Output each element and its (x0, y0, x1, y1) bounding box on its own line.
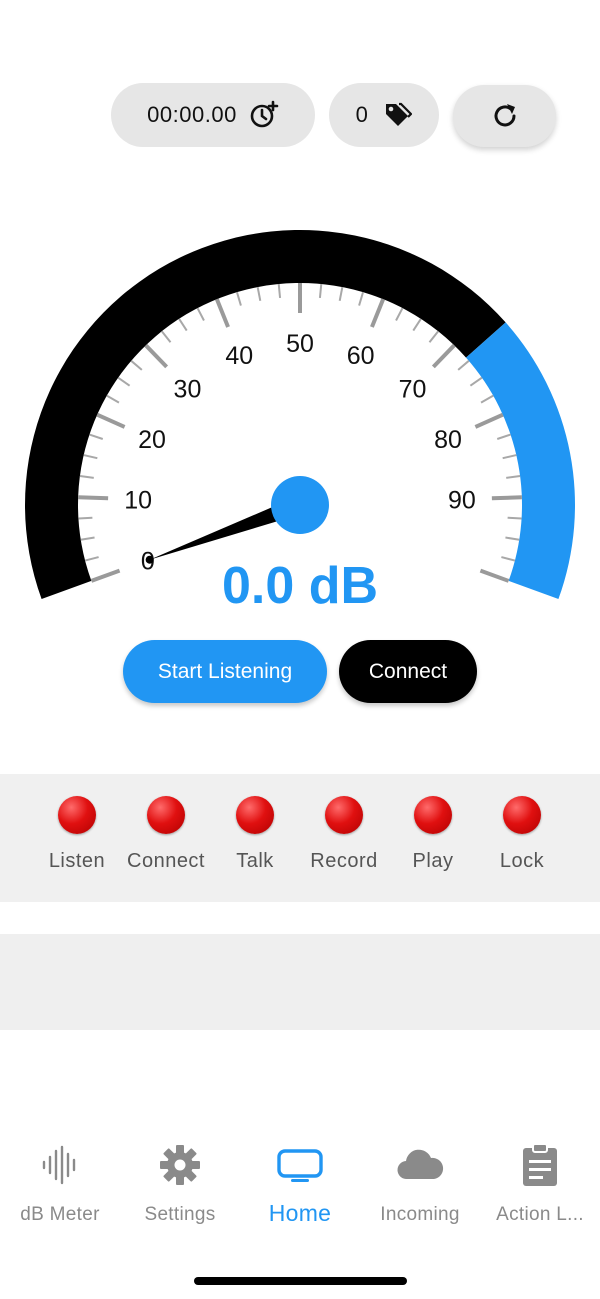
gauge-minor-tick (457, 360, 470, 371)
gauge-minor-tick (480, 394, 494, 404)
home-indicator (194, 1277, 407, 1285)
status-led-lock (503, 796, 541, 834)
tab-home[interactable]: Home (240, 1140, 360, 1227)
gauge-minor-tick (235, 291, 242, 306)
gauge-tick-label: 30 (174, 375, 202, 403)
clock-add-icon (249, 100, 279, 130)
gauge-minor-tick (412, 318, 422, 332)
start-listening-button[interactable]: Start Listening (123, 640, 327, 703)
gauge-major-tick (214, 298, 230, 328)
gauge-tick-label: 90 (448, 486, 476, 514)
status-item-record: Record (294, 796, 394, 873)
gauge-minor-tick (83, 454, 98, 460)
gauge-major-tick (96, 412, 126, 429)
gauge-minor-tick (161, 330, 172, 343)
status-item-lock: Lock (472, 796, 572, 873)
gauge-minor-tick (196, 307, 205, 321)
gauge-minor-tick (277, 283, 282, 299)
gauge-major-tick (78, 495, 109, 501)
tab-label: Settings (144, 1204, 216, 1225)
refresh-icon (490, 101, 520, 131)
tab-label: Home (268, 1200, 332, 1226)
reset-button[interactable] (453, 85, 556, 147)
gauge-major-tick (144, 343, 169, 369)
app-screen: 00:00.00 0 010 (0, 0, 600, 1299)
gauge-minor-tick (496, 433, 511, 440)
gauge-tick-label: 60 (347, 342, 375, 370)
gauge-major-tick (491, 495, 522, 501)
gauge-tick-label: 10 (124, 486, 152, 514)
tag-count: 0 (355, 102, 369, 127)
gauge-minor-tick (117, 376, 131, 387)
tv-icon (240, 1140, 360, 1190)
gauge-minor-tick (502, 454, 517, 460)
gauge-minor-tick (78, 516, 93, 520)
gauge-minor-tick (89, 433, 104, 440)
gauge-minor-tick (106, 394, 120, 404)
gauge-tick-label: 70 (399, 375, 427, 403)
status-label: Talk (236, 850, 274, 872)
gear-icon (120, 1140, 240, 1190)
status-label: Play (412, 850, 454, 872)
info-panel (0, 934, 600, 1030)
gauge-minor-tick (256, 286, 262, 302)
status-item-play: Play (383, 796, 483, 873)
gauge-major-tick (474, 412, 504, 429)
gauge-minor-tick (130, 360, 143, 371)
gauge-major-tick (431, 343, 456, 369)
status-label: Lock (499, 850, 545, 872)
waveform-icon (0, 1140, 120, 1190)
tab-label: Incoming (380, 1204, 460, 1225)
gauge-minor-tick (358, 291, 365, 306)
sound-level-gauge: 0102030405060708090 (24, 230, 576, 600)
tags-button[interactable]: 0 (329, 83, 439, 147)
cloud-icon (360, 1140, 480, 1190)
tab-label: dB Meter (20, 1204, 100, 1225)
tab-action-l[interactable]: Action L... (480, 1140, 600, 1226)
tab-db-meter[interactable]: dB Meter (0, 1140, 120, 1226)
gauge-tick-label: 50 (286, 330, 314, 358)
status-item-listen: Listen (27, 796, 127, 873)
gauge-major-tick (370, 298, 386, 328)
db-readout: 0.0 dB (221, 557, 379, 615)
gauge-minor-tick (428, 330, 439, 343)
gauge-hub (271, 476, 329, 534)
gauge-minor-tick (507, 516, 522, 520)
tab-bar: dB Meter Settings Home Incoming Action L... (0, 1140, 600, 1240)
gauge-tick-label: 80 (434, 426, 462, 454)
status-label: Record (310, 850, 378, 872)
status-panel: Listen Connect Talk Record Play Lock (0, 774, 600, 902)
status-led-record (325, 796, 363, 834)
connect-label: Connect (368, 659, 448, 683)
status-item-connect: Connect (116, 796, 216, 873)
gauge-tick-label: 20 (138, 426, 166, 454)
gauge-arc-normal (24, 230, 506, 600)
gauge-minor-tick (506, 475, 521, 479)
gauge-minor-tick (338, 286, 344, 302)
clipboard-icon (480, 1140, 600, 1190)
tags-icon (382, 100, 413, 130)
gauge-minor-tick (318, 283, 323, 299)
gauge-minor-tick (505, 536, 520, 541)
gauge-minor-tick (178, 318, 188, 332)
tab-incoming[interactable]: Incoming (360, 1140, 480, 1226)
gauge-minor-tick (469, 376, 483, 387)
gauge-tick-label: 40 (225, 342, 253, 370)
status-label: Listen (48, 850, 106, 872)
status-led-listen (58, 796, 96, 834)
gauge-minor-tick (395, 307, 404, 321)
tab-label: Action L... (496, 1204, 584, 1225)
status-led-play (414, 796, 452, 834)
timer-button[interactable]: 00:00.00 (111, 83, 315, 147)
gauge-minor-tick (79, 475, 94, 479)
status-led-connect (147, 796, 185, 834)
timer-value: 00:00.00 (147, 102, 237, 127)
connect-button[interactable]: Connect (339, 640, 477, 703)
status-item-talk: Talk (205, 796, 305, 873)
status-led-talk (236, 796, 274, 834)
gauge-minor-tick (80, 536, 95, 541)
tab-settings[interactable]: Settings (120, 1140, 240, 1226)
status-label: Connect (127, 850, 205, 872)
start-listening-label: Start Listening (157, 659, 293, 683)
